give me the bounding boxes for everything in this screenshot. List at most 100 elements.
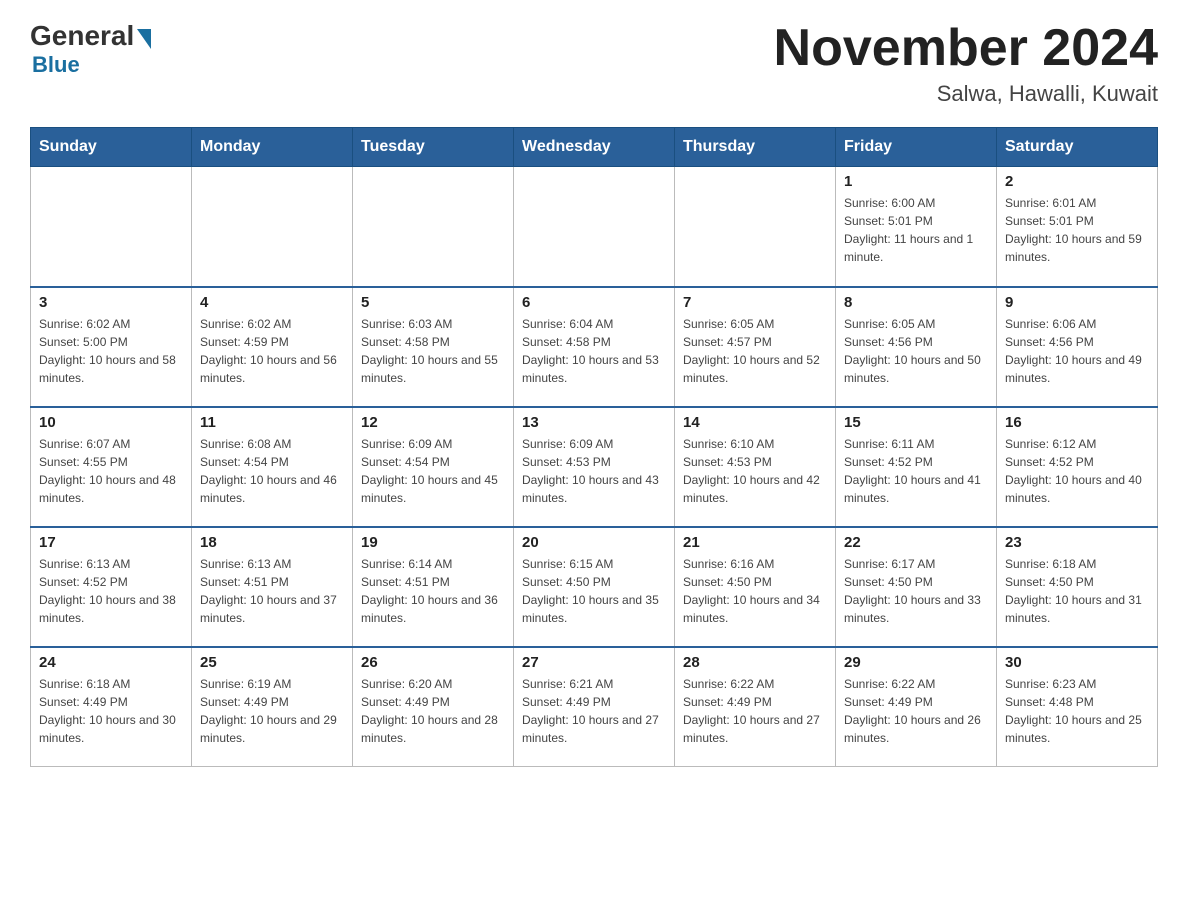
- table-row: 12 Sunrise: 6:09 AM Sunset: 4:54 PM Dayli…: [353, 407, 514, 527]
- day-number: 5: [361, 294, 505, 311]
- day-info: Sunrise: 6:15 AM Sunset: 4:50 PM Dayligh…: [522, 555, 666, 627]
- day-info: Sunrise: 6:16 AM Sunset: 4:50 PM Dayligh…: [683, 555, 827, 627]
- day-info: Sunrise: 6:06 AM Sunset: 4:56 PM Dayligh…: [1005, 315, 1149, 387]
- day-number: 2: [1005, 173, 1149, 190]
- table-row: 13Sunrise: 6:09 AM Sunset: 4:53 PM Dayli…: [514, 407, 675, 527]
- day-number: 22: [844, 534, 988, 551]
- day-info: Sunrise: 6:19 AM Sunset: 4:49 PM Dayligh…: [200, 675, 344, 747]
- col-thursday: Thursday: [675, 128, 836, 167]
- day-number: 7: [683, 294, 827, 311]
- day-info: Sunrise: 6:22 AM Sunset: 4:49 PM Dayligh…: [683, 675, 827, 747]
- table-row: 25 Sunrise: 6:19 AM Sunset: 4:49 PM Dayli…: [192, 647, 353, 767]
- day-number: 26: [361, 654, 505, 671]
- day-info: Sunrise: 6:05 AM Sunset: 4:57 PM Dayligh…: [683, 315, 827, 387]
- day-info: Sunrise: 6:04 AM Sunset: 4:58 PM Dayligh…: [522, 315, 666, 387]
- day-info: Sunrise: 6:21 AM Sunset: 4:49 PM Dayligh…: [522, 675, 666, 747]
- day-info: Sunrise: 6:18 AM Sunset: 4:49 PM Dayligh…: [39, 675, 183, 747]
- day-number: 16: [1005, 414, 1149, 431]
- day-info: Sunrise: 6:07 AM Sunset: 4:55 PM Dayligh…: [39, 435, 183, 507]
- month-year-title: November 2024: [774, 20, 1158, 77]
- logo: General Blue: [30, 20, 151, 78]
- calendar-week-row: 1 Sunrise: 6:00 AM Sunset: 5:01 PM Daylig…: [31, 167, 1158, 287]
- day-number: 12: [361, 414, 505, 431]
- title-block: November 2024 Salwa, Hawalli, Kuwait: [774, 20, 1158, 107]
- table-row: 27 Sunrise: 6:21 AM Sunset: 4:49 PM Dayli…: [514, 647, 675, 767]
- day-info: Sunrise: 6:12 AM Sunset: 4:52 PM Dayligh…: [1005, 435, 1149, 507]
- table-row: [675, 167, 836, 287]
- day-info: Sunrise: 6:03 AM Sunset: 4:58 PM Dayligh…: [361, 315, 505, 387]
- table-row: 30Sunrise: 6:23 AM Sunset: 4:48 PM Dayli…: [997, 647, 1158, 767]
- table-row: 26 Sunrise: 6:20 AM Sunset: 4:49 PM Dayli…: [353, 647, 514, 767]
- table-row: 19Sunrise: 6:14 AM Sunset: 4:51 PM Dayli…: [353, 527, 514, 647]
- col-wednesday: Wednesday: [514, 128, 675, 167]
- day-info: Sunrise: 6:02 AM Sunset: 4:59 PM Dayligh…: [200, 315, 344, 387]
- table-row: 6 Sunrise: 6:04 AM Sunset: 4:58 PM Daylig…: [514, 287, 675, 407]
- col-saturday: Saturday: [997, 128, 1158, 167]
- day-info: Sunrise: 6:14 AM Sunset: 4:51 PM Dayligh…: [361, 555, 505, 627]
- table-row: [31, 167, 192, 287]
- table-row: 5 Sunrise: 6:03 AM Sunset: 4:58 PM Daylig…: [353, 287, 514, 407]
- day-info: Sunrise: 6:10 AM Sunset: 4:53 PM Dayligh…: [683, 435, 827, 507]
- day-info: Sunrise: 6:09 AM Sunset: 4:54 PM Dayligh…: [361, 435, 505, 507]
- day-number: 11: [200, 414, 344, 431]
- table-row: 1 Sunrise: 6:00 AM Sunset: 5:01 PM Daylig…: [836, 167, 997, 287]
- table-row: 16 Sunrise: 6:12 AM Sunset: 4:52 PM Dayli…: [997, 407, 1158, 527]
- calendar-week-row: 3 Sunrise: 6:02 AM Sunset: 5:00 PM Daylig…: [31, 287, 1158, 407]
- day-number: 13: [522, 414, 666, 431]
- day-number: 6: [522, 294, 666, 311]
- table-row: 10 Sunrise: 6:07 AM Sunset: 4:55 PM Dayli…: [31, 407, 192, 527]
- day-info: Sunrise: 6:08 AM Sunset: 4:54 PM Dayligh…: [200, 435, 344, 507]
- day-number: 29: [844, 654, 988, 671]
- col-tuesday: Tuesday: [353, 128, 514, 167]
- day-info: Sunrise: 6:20 AM Sunset: 4:49 PM Dayligh…: [361, 675, 505, 747]
- table-row: [353, 167, 514, 287]
- day-number: 9: [1005, 294, 1149, 311]
- logo-arrow-icon: [137, 29, 151, 49]
- day-number: 1: [844, 173, 988, 190]
- logo-general-text: General: [30, 20, 134, 52]
- day-number: 28: [683, 654, 827, 671]
- table-row: 28 Sunrise: 6:22 AM Sunset: 4:49 PM Dayli…: [675, 647, 836, 767]
- table-row: 9 Sunrise: 6:06 AM Sunset: 4:56 PM Daylig…: [997, 287, 1158, 407]
- table-row: [514, 167, 675, 287]
- table-row: 21 Sunrise: 6:16 AM Sunset: 4:50 PM Dayli…: [675, 527, 836, 647]
- day-info: Sunrise: 6:13 AM Sunset: 4:51 PM Dayligh…: [200, 555, 344, 627]
- day-number: 20: [522, 534, 666, 551]
- table-row: 4Sunrise: 6:02 AM Sunset: 4:59 PM Daylig…: [192, 287, 353, 407]
- day-info: Sunrise: 6:11 AM Sunset: 4:52 PM Dayligh…: [844, 435, 988, 507]
- day-info: Sunrise: 6:23 AM Sunset: 4:48 PM Dayligh…: [1005, 675, 1149, 747]
- day-info: Sunrise: 6:13 AM Sunset: 4:52 PM Dayligh…: [39, 555, 183, 627]
- table-row: 14Sunrise: 6:10 AM Sunset: 4:53 PM Dayli…: [675, 407, 836, 527]
- day-info: Sunrise: 6:02 AM Sunset: 5:00 PM Dayligh…: [39, 315, 183, 387]
- day-info: Sunrise: 6:18 AM Sunset: 4:50 PM Dayligh…: [1005, 555, 1149, 627]
- day-info: Sunrise: 6:05 AM Sunset: 4:56 PM Dayligh…: [844, 315, 988, 387]
- calendar-week-row: 24Sunrise: 6:18 AM Sunset: 4:49 PM Dayli…: [31, 647, 1158, 767]
- table-row: 24Sunrise: 6:18 AM Sunset: 4:49 PM Dayli…: [31, 647, 192, 767]
- calendar-week-row: 17 Sunrise: 6:13 AM Sunset: 4:52 PM Dayli…: [31, 527, 1158, 647]
- day-number: 25: [200, 654, 344, 671]
- day-info: Sunrise: 6:17 AM Sunset: 4:50 PM Dayligh…: [844, 555, 988, 627]
- day-number: 21: [683, 534, 827, 551]
- calendar-week-row: 10 Sunrise: 6:07 AM Sunset: 4:55 PM Dayli…: [31, 407, 1158, 527]
- table-row: 20 Sunrise: 6:15 AM Sunset: 4:50 PM Dayli…: [514, 527, 675, 647]
- day-info: Sunrise: 6:22 AM Sunset: 4:49 PM Dayligh…: [844, 675, 988, 747]
- day-number: 8: [844, 294, 988, 311]
- location-subtitle: Salwa, Hawalli, Kuwait: [774, 81, 1158, 107]
- calendar-table: Sunday Monday Tuesday Wednesday Thursday…: [30, 127, 1158, 767]
- day-number: 17: [39, 534, 183, 551]
- col-sunday: Sunday: [31, 128, 192, 167]
- day-number: 3: [39, 294, 183, 311]
- col-monday: Monday: [192, 128, 353, 167]
- table-row: 15Sunrise: 6:11 AM Sunset: 4:52 PM Dayli…: [836, 407, 997, 527]
- day-info: Sunrise: 6:00 AM Sunset: 5:01 PM Dayligh…: [844, 194, 988, 266]
- day-number: 23: [1005, 534, 1149, 551]
- calendar-header-row: Sunday Monday Tuesday Wednesday Thursday…: [31, 128, 1158, 167]
- day-number: 10: [39, 414, 183, 431]
- day-number: 27: [522, 654, 666, 671]
- table-row: 7 Sunrise: 6:05 AM Sunset: 4:57 PM Daylig…: [675, 287, 836, 407]
- table-row: 11 Sunrise: 6:08 AM Sunset: 4:54 PM Dayli…: [192, 407, 353, 527]
- table-row: 17 Sunrise: 6:13 AM Sunset: 4:52 PM Dayli…: [31, 527, 192, 647]
- col-friday: Friday: [836, 128, 997, 167]
- table-row: 23 Sunrise: 6:18 AM Sunset: 4:50 PM Dayli…: [997, 527, 1158, 647]
- page-header: General Blue November 2024 Salwa, Hawall…: [30, 20, 1158, 107]
